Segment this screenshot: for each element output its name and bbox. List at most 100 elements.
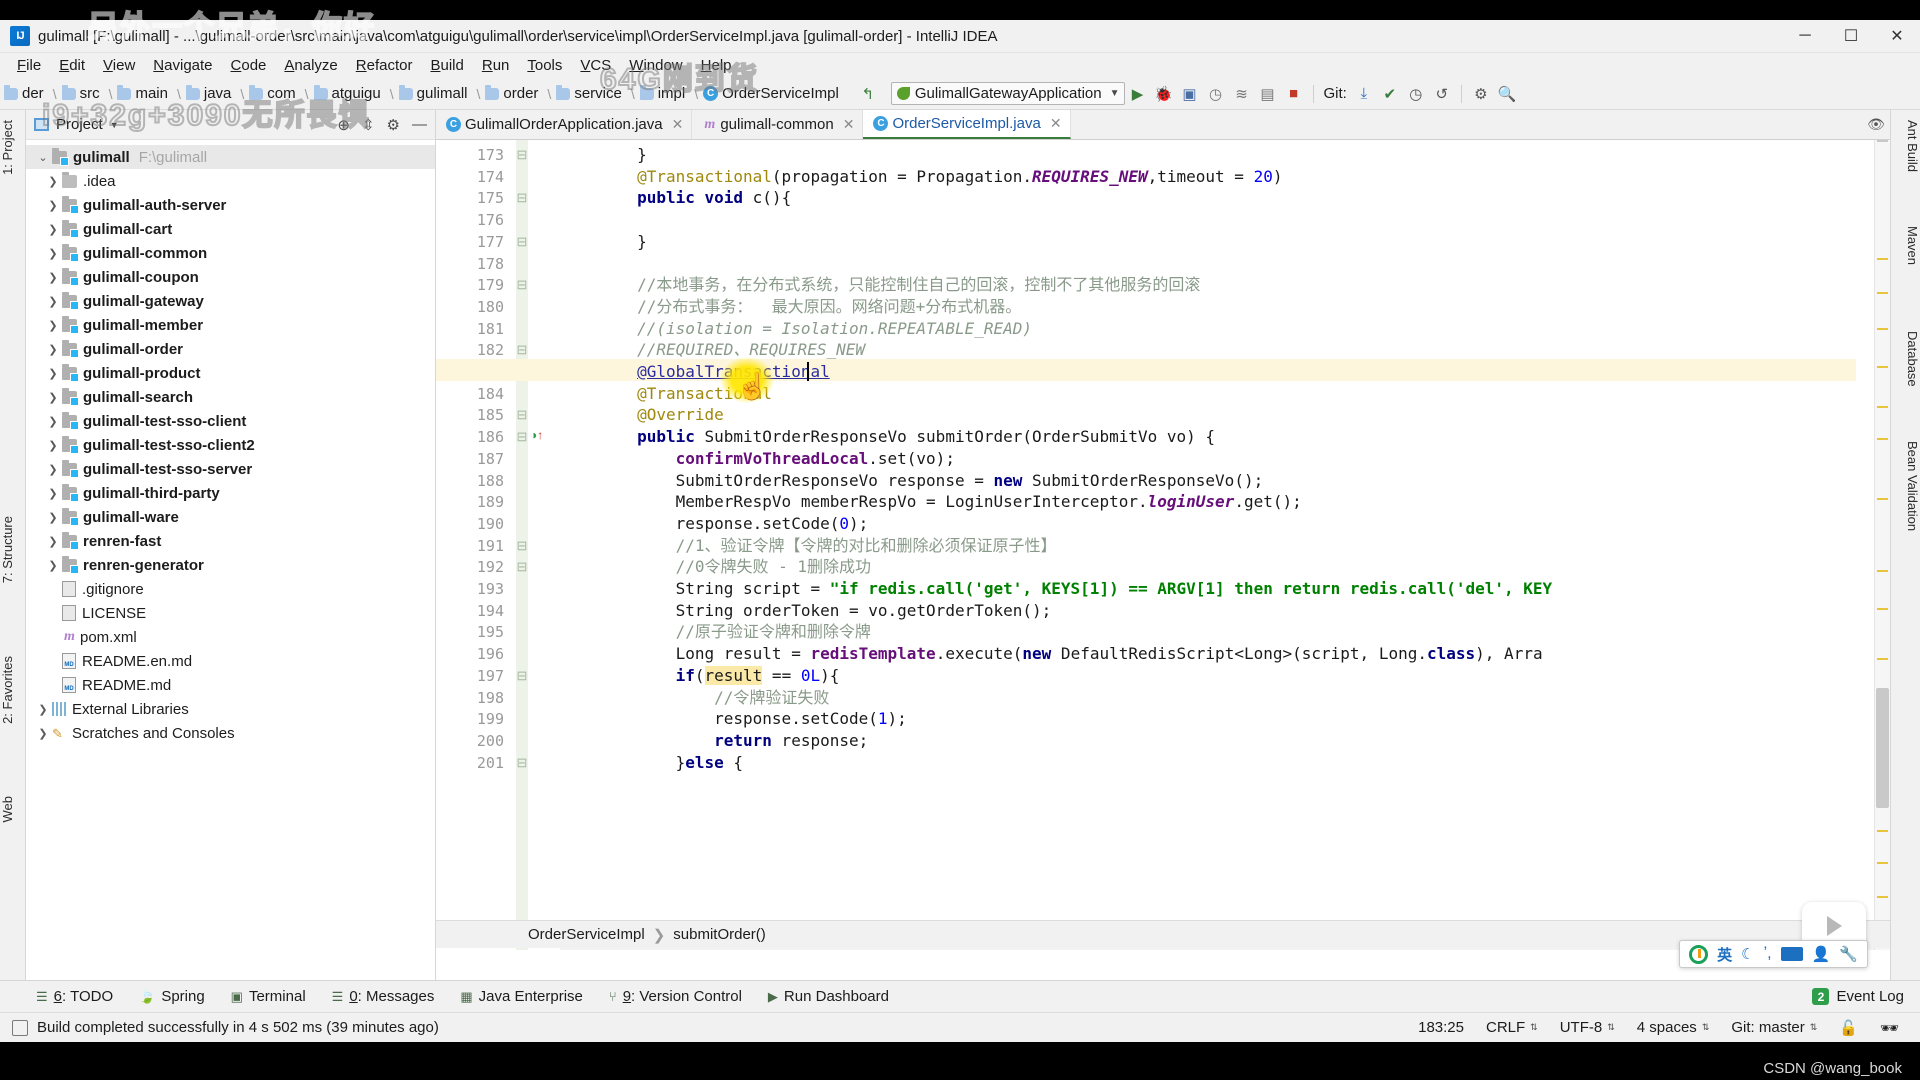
collapse-all-icon[interactable]: ⇳ (362, 116, 375, 134)
breadcrumb-java[interactable]: \ java (170, 84, 233, 102)
code-fold-toggle[interactable]: ⊟ (514, 538, 530, 554)
update-project-button[interactable]: ⤓ (1351, 81, 1377, 107)
caret-position[interactable]: 183:25 (1407, 1019, 1475, 1036)
close-icon[interactable]: ✕ (1050, 115, 1062, 132)
tree-expand-arrow[interactable]: ❯ (44, 175, 62, 188)
editor-gutter[interactable]: 173⊟174175⊟176177⊟178179⊟180181182⊟183⊟1… (436, 140, 554, 950)
menu-item-navigate[interactable]: Navigate (144, 54, 221, 77)
tree-item-gulimall-test-sso-client2[interactable]: ❯ gulimall-test-sso-client2 (26, 433, 435, 457)
sidebar-item-ant-build[interactable]: Ant Build (1890, 114, 1920, 178)
tree-item--gitignore[interactable]: ❯ .gitignore (26, 577, 435, 601)
code-fold-toggle[interactable]: ⊟ (514, 429, 530, 445)
error-stripe-mark[interactable] (1877, 438, 1888, 440)
code-fold-toggle[interactable]: ⊟ (514, 755, 530, 771)
vertical-scrollbar[interactable] (1876, 688, 1889, 808)
error-stripe-mark[interactable] (1877, 608, 1888, 610)
wrench-icon[interactable]: 🔧 (1839, 945, 1858, 963)
maximize-button[interactable]: ☐ (1828, 20, 1874, 53)
debug-button[interactable]: 🐞 (1151, 81, 1177, 107)
breadcrumb-method[interactable]: submitOrder() (673, 926, 766, 943)
bottom-tab-6-todo[interactable]: ☰ 6: TODO (36, 988, 113, 1005)
bottom-tab-java-enterprise[interactable]: ▦ Java Enterprise (460, 988, 583, 1005)
breadcrumb-service[interactable]: \ service (540, 84, 623, 102)
tree-item-gulimall-order[interactable]: ❯ gulimall-order (26, 337, 435, 361)
line-separator[interactable]: CRLF ⇅ (1475, 1019, 1549, 1036)
code-fold-toggle[interactable]: ⊟ (514, 342, 530, 358)
lock-icon[interactable]: 🔓 (1828, 1019, 1869, 1037)
attach-button[interactable]: ≋ (1229, 81, 1255, 107)
keyboard-icon[interactable] (1780, 947, 1803, 961)
tree-expand-arrow[interactable]: ⌄ (34, 151, 52, 164)
method-override-marker-icon[interactable]: ◑↑ (530, 428, 543, 442)
tree-item-renren-generator[interactable]: ❯ renren-generator (26, 553, 435, 577)
error-stripe-mark[interactable] (1877, 498, 1888, 500)
code-fold-toggle[interactable]: ⊟ (514, 277, 530, 293)
tree-expand-arrow[interactable]: ❯ (44, 199, 62, 212)
tree-item-gulimall-search[interactable]: ❯ gulimall-search (26, 385, 435, 409)
gear-icon[interactable]: ⚙ (387, 116, 400, 134)
menu-item-edit[interactable]: Edit (50, 54, 94, 77)
close-icon[interactable]: ✕ (672, 116, 684, 133)
tree-expand-arrow[interactable]: ❯ (44, 487, 62, 500)
error-stripe-mark[interactable] (1877, 292, 1888, 294)
tree-item-gulimall-gateway[interactable]: ❯ gulimall-gateway (26, 289, 435, 313)
settings-button[interactable]: ⚙ (1468, 81, 1494, 107)
tree-item-gulimall-test-sso-client[interactable]: ❯ gulimall-test-sso-client (26, 409, 435, 433)
tree-expand-arrow[interactable]: ❯ (44, 439, 62, 452)
bottom-tab-run-dashboard[interactable]: ▶ Run Dashboard (768, 988, 889, 1005)
locate-icon[interactable]: ⊕ (337, 116, 350, 134)
breadcrumb-der[interactable]: der (2, 84, 46, 102)
tree-expand-arrow[interactable]: ❯ (44, 295, 62, 308)
editor-tab-gulimall-common[interactable]: m gulimall-common ✕ (692, 110, 864, 139)
tree-expand-arrow[interactable]: ❯ (44, 655, 62, 668)
preview-eye-icon[interactable]: 👁 (1862, 110, 1890, 139)
tree-item-pom-xml[interactable]: ❯m pom.xml (26, 625, 435, 649)
error-stripe-mark[interactable] (1877, 328, 1888, 330)
editor-tab-gulimallorderapplication-java[interactable]: C GulimallOrderApplication.java ✕ (436, 110, 693, 139)
tree-expand-arrow[interactable]: ❯ (44, 271, 62, 284)
error-stripe-mark[interactable] (1877, 862, 1888, 864)
punctuation-icon[interactable]: ʼ, (1764, 945, 1772, 963)
sidebar-item-structure[interactable]: 7: Structure (0, 510, 26, 589)
tree-item-gulimall-cart[interactable]: ❯ gulimall-cart (26, 217, 435, 241)
error-stripe-mark[interactable] (1877, 830, 1888, 832)
tree-item-gulimall[interactable]: ⌄ gulimall F:\gulimall (26, 145, 435, 169)
breadcrumb-order[interactable]: \ order (470, 84, 541, 102)
menu-item-run[interactable]: Run (473, 54, 519, 77)
sidebar-item-bean-validation[interactable]: Bean Validation (1890, 435, 1920, 537)
code-fold-toggle[interactable]: ⊟ (514, 147, 530, 163)
tree-item-readme-en-md[interactable]: ❯MD README.en.md (26, 649, 435, 673)
error-stripe-mark[interactable] (1877, 258, 1888, 260)
tree-expand-arrow[interactable]: ❯ (44, 535, 62, 548)
error-stripe-marker-bar[interactable] (1874, 140, 1890, 950)
code-fold-toggle[interactable]: ⊟ (514, 407, 530, 423)
search-icon[interactable]: 🔍 (1494, 81, 1520, 107)
tree-expand-arrow[interactable]: ❯ (44, 247, 62, 260)
tree-item-readme-md[interactable]: ❯MD README.md (26, 673, 435, 697)
profile-button[interactable]: ◷ (1203, 81, 1229, 107)
project-tree[interactable]: ⌄ gulimall F:\gulimall ❯ .idea ❯ gulimall-auth… (26, 140, 435, 980)
error-stripe-mark[interactable] (1877, 140, 1888, 142)
tree-item-gulimall-coupon[interactable]: ❯ gulimall-coupon (26, 265, 435, 289)
error-stripe-mark[interactable] (1877, 570, 1888, 572)
breadcrumb-com[interactable]: \ com (233, 84, 297, 102)
sidebar-item-project[interactable]: 1: Project (0, 114, 26, 181)
ime-language-label[interactable]: 英 (1717, 944, 1732, 965)
tree-expand-arrow[interactable]: ❯ (44, 319, 62, 332)
tree-expand-arrow[interactable]: ❯ (34, 727, 52, 740)
tree-item-gulimall-test-sso-server[interactable]: ❯ gulimall-test-sso-server (26, 457, 435, 481)
tree-expand-arrow[interactable]: ❯ (44, 631, 62, 644)
tree-expand-arrow[interactable]: ❯ (44, 415, 62, 428)
chevron-down-icon[interactable]: ▼ (110, 120, 119, 130)
tree-item--idea[interactable]: ❯ .idea (26, 169, 435, 193)
close-icon[interactable]: ✕ (843, 116, 855, 133)
error-stripe-mark[interactable] (1877, 366, 1888, 368)
tree-item-scratches-and-consoles[interactable]: ❯ ✎ Scratches and Consoles (26, 721, 435, 745)
code-fold-toggle[interactable]: ⊟ (514, 190, 530, 206)
git-branch[interactable]: Git: master ⇅ (1720, 1019, 1828, 1036)
tree-item-gulimall-common[interactable]: ❯ gulimall-common (26, 241, 435, 265)
menu-item-view[interactable]: View (94, 54, 144, 77)
hide-icon[interactable]: — (412, 116, 427, 133)
moon-icon[interactable]: ☾ (1741, 945, 1754, 963)
build-button[interactable]: ▤ (1255, 81, 1281, 107)
